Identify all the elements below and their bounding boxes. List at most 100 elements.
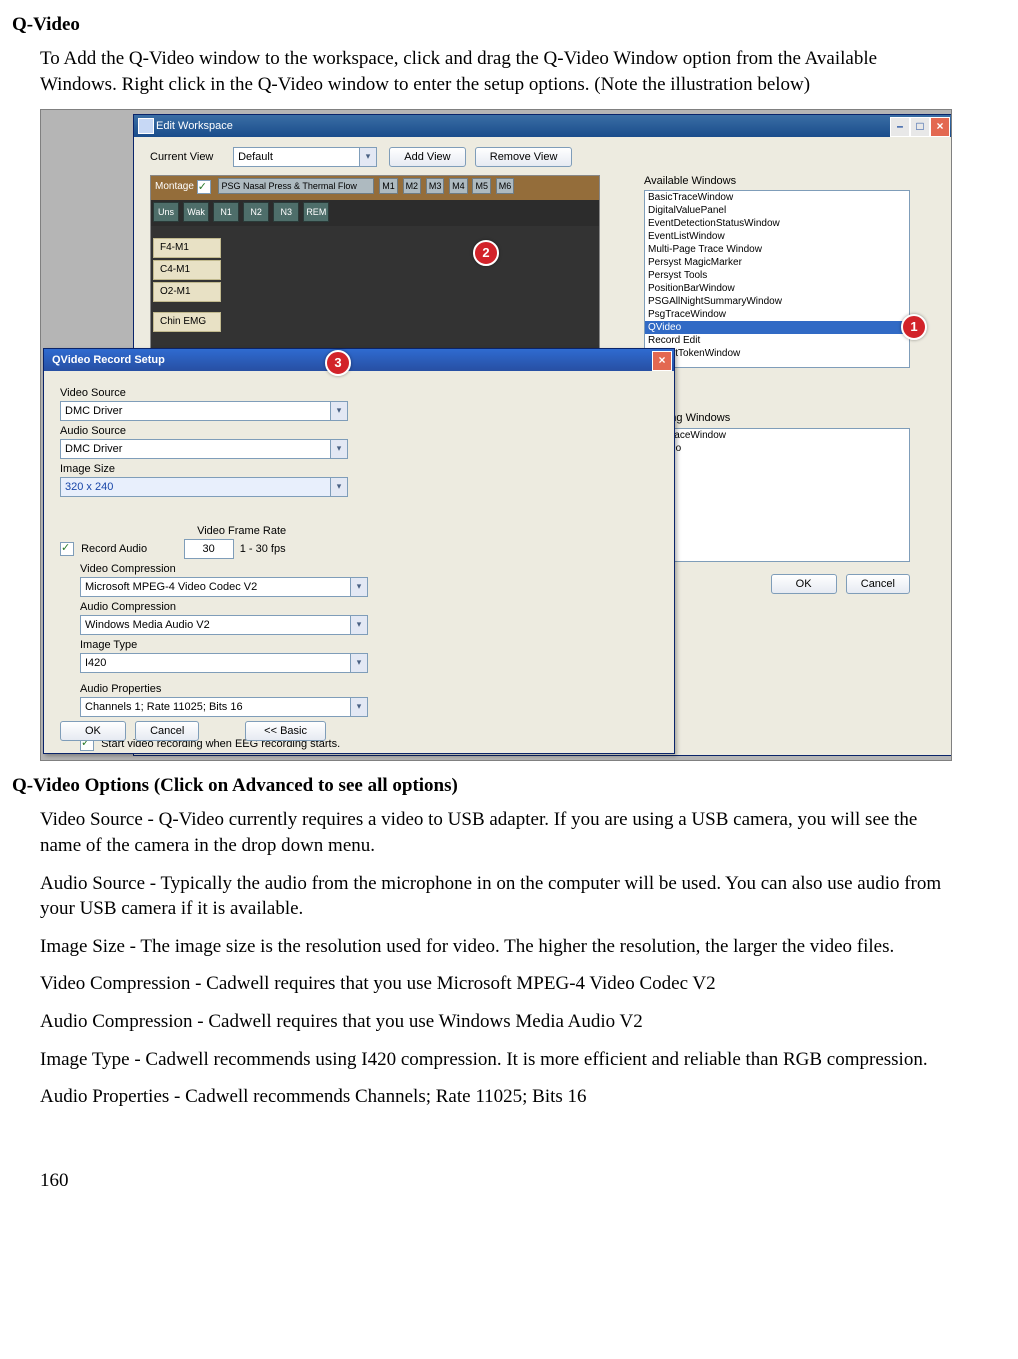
video-compression-value: Microsoft MPEG-4 Video Codec V2	[85, 581, 257, 593]
audio-compression-label: Audio Compression	[80, 601, 370, 613]
list-item[interactable]: ReportTokenWindow	[645, 347, 909, 360]
video-source-value: DMC Driver	[65, 405, 122, 417]
audio-source-label: Audio Source	[60, 425, 350, 437]
chevron-down-icon: ▾	[350, 698, 367, 716]
existing-windows-list[interactable]: PsgTraceWindow QVideo	[644, 428, 910, 562]
image-size-value: 320 x 240	[65, 481, 113, 493]
frame-rate-range: 1 - 30 fps	[240, 543, 286, 555]
audio-properties-label: Audio Properties	[80, 683, 370, 695]
montage-checkbox[interactable]	[197, 180, 211, 194]
montage-tab[interactable]: M4	[449, 178, 468, 194]
remove-view-button[interactable]: Remove View	[475, 147, 573, 167]
channel-label[interactable]: Chin EMG	[153, 312, 221, 332]
existing-windows-label: Existing Windows	[644, 412, 910, 424]
list-item[interactable]: PsgTraceWindow	[645, 429, 909, 442]
list-item[interactable]: PositionBarWindow	[645, 282, 909, 295]
close-button[interactable]: ×	[930, 117, 950, 137]
video-compression-label: Video Compression	[80, 563, 370, 575]
list-item[interactable]: PSGAllNightSummaryWindow	[645, 295, 909, 308]
montage-tab[interactable]: M3	[426, 178, 445, 194]
option-audio-properties: Audio Properties - Cadwell recommends Ch…	[40, 1084, 950, 1110]
montage-tab[interactable]: M5	[472, 178, 491, 194]
audio-source-value: DMC Driver	[65, 443, 122, 455]
channel-label[interactable]: F4-M1	[153, 238, 221, 258]
audio-source-select[interactable]: DMC Driver ▾	[60, 439, 348, 459]
edit-workspace-title-text: Edit Workspace	[156, 120, 233, 132]
montage-bar: Montage PSG Nasal Press & Thermal Flow M…	[151, 176, 599, 200]
list-item[interactable]: Persyst Tools	[645, 269, 909, 282]
image-type-select[interactable]: I420 ▾	[80, 653, 368, 673]
stage-button[interactable]: N1	[213, 202, 239, 222]
video-source-label: Video Source	[60, 387, 350, 399]
list-item[interactable]: Persyst MagicMarker	[645, 256, 909, 269]
montage-tab[interactable]: M1	[379, 178, 398, 194]
add-view-button[interactable]: Add View	[389, 147, 465, 167]
chevron-down-icon: ▾	[359, 148, 376, 166]
list-item[interactable]: PsgTraceWindow	[645, 308, 909, 321]
intro-paragraph: To Add the Q-Video window to the workspa…	[40, 46, 950, 97]
montage-label: Montage	[155, 181, 194, 192]
qvideo-titlebar[interactable]: QVideo Record Setup ×	[44, 349, 674, 371]
minimize-button[interactable]: –	[890, 117, 910, 137]
option-video-source: Video Source - Q-Video currently require…	[40, 807, 950, 858]
image-size-select[interactable]: 320 x 240▾	[60, 477, 348, 497]
channel-label[interactable]: C4-M1	[153, 260, 221, 280]
cancel-button[interactable]: Cancel	[135, 721, 199, 741]
basic-button[interactable]: << Basic	[245, 721, 326, 741]
record-audio-checkbox[interactable]	[60, 542, 74, 556]
list-item[interactable]: EventListWindow	[645, 230, 909, 243]
heading-options: Q-Video Options (Click on Advanced to se…	[12, 775, 978, 797]
maximize-button[interactable]: □	[910, 117, 930, 137]
close-button[interactable]: ×	[652, 351, 672, 371]
image-size-label: Image Size	[60, 463, 350, 475]
chevron-down-icon: ▾	[350, 616, 367, 634]
ok-button[interactable]: OK	[771, 574, 837, 594]
chevron-down-icon: ▾	[330, 402, 347, 420]
montage-tab[interactable]: M6	[496, 178, 515, 194]
stage-button[interactable]: REM	[303, 202, 329, 222]
qvideo-title-text: QVideo Record Setup	[52, 354, 165, 366]
list-item[interactable]: QVideo	[645, 442, 909, 455]
edit-workspace-titlebar[interactable]: Edit Workspace – □ ×	[134, 115, 952, 137]
montage-tab[interactable]: M2	[403, 178, 422, 194]
heading-qvideo: Q-Video	[12, 14, 978, 36]
image-type-label: Image Type	[80, 639, 370, 651]
list-item[interactable]: EventDetectionStatusWindow	[645, 217, 909, 230]
chevron-down-icon: ▾	[330, 440, 347, 458]
list-item[interactable]: Multi-Page Trace Window	[645, 243, 909, 256]
list-item[interactable]: Record Edit	[645, 334, 909, 347]
option-audio-compression: Audio Compression - Cadwell requires tha…	[40, 1009, 950, 1035]
ok-button[interactable]: OK	[60, 721, 126, 741]
audio-compression-value: Windows Media Audio V2	[85, 619, 210, 631]
available-windows-list[interactable]: BasicTraceWindow DigitalValuePanel Event…	[644, 190, 910, 368]
frame-rate-input[interactable]: 30	[184, 539, 234, 559]
stage-button[interactable]: N2	[243, 202, 269, 222]
chevron-down-icon: ▾	[350, 578, 367, 596]
page-number: 160	[40, 1170, 978, 1192]
stage-button[interactable]: Wak	[183, 202, 209, 222]
stage-button[interactable]: Uns	[153, 202, 179, 222]
illustration: Edit Workspace – □ × Current View Defaul…	[40, 109, 952, 761]
list-item[interactable]: DigitalValuePanel	[645, 204, 909, 217]
frame-rate-label: Video Frame Rate	[197, 525, 286, 537]
option-image-size: Image Size - The image size is the resol…	[40, 934, 950, 960]
audio-properties-select[interactable]: Channels 1; Rate 11025; Bits 16 ▾	[80, 697, 368, 717]
audio-compression-select[interactable]: Windows Media Audio V2 ▾	[80, 615, 368, 635]
stage-button[interactable]: N3	[273, 202, 299, 222]
option-video-compression: Video Compression - Cadwell requires tha…	[40, 971, 950, 997]
audio-properties-value: Channels 1; Rate 11025; Bits 16	[85, 701, 243, 713]
list-item[interactable]: BasicTraceWindow	[645, 191, 909, 204]
option-audio-source: Audio Source - Typically the audio from …	[40, 871, 950, 922]
chevron-down-icon: ▾	[350, 654, 367, 672]
video-source-select[interactable]: DMC Driver ▾	[60, 401, 348, 421]
current-view-value: Default	[238, 151, 273, 163]
cancel-button[interactable]: Cancel	[846, 574, 910, 594]
current-view-select[interactable]: Default ▾	[233, 147, 377, 167]
available-windows-label: Available Windows	[644, 175, 910, 187]
video-compression-select[interactable]: Microsoft MPEG-4 Video Codec V2 ▾	[80, 577, 368, 597]
channel-label[interactable]: O2-M1	[153, 282, 221, 302]
image-type-value: I420	[85, 657, 106, 669]
qvideo-setup-dialog: QVideo Record Setup × Video Source DMC D…	[43, 348, 675, 754]
montage-name[interactable]: PSG Nasal Press & Thermal Flow	[218, 178, 374, 194]
list-item-selected[interactable]: QVideo	[645, 321, 909, 334]
